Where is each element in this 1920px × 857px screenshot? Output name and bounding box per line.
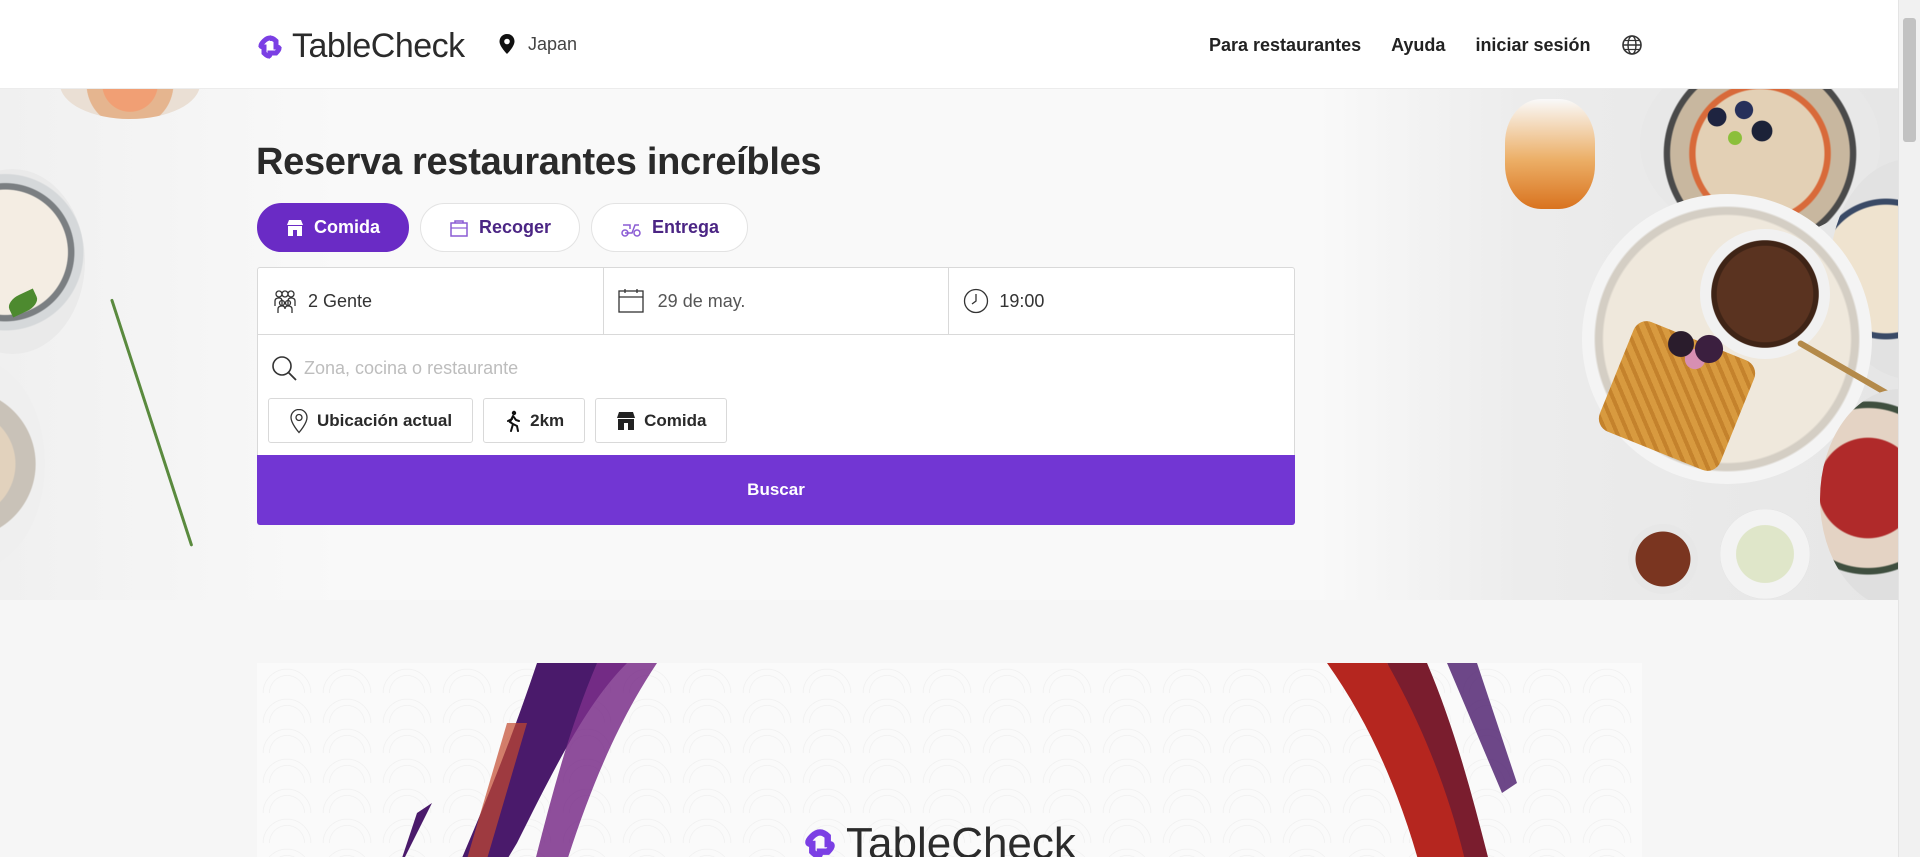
search-row — [270, 354, 1270, 382]
scrollbar-thumb[interactable] — [1903, 18, 1916, 142]
filter-dining[interactable]: Comida — [595, 398, 728, 443]
service-tabs: Comida Recoger Entrega — [257, 203, 749, 252]
tablecheck-logo[interactable]: TableCheck — [256, 27, 465, 66]
tab-label: Comida — [314, 217, 381, 237]
location-pin-icon — [499, 34, 515, 54]
tab-dining[interactable]: Comida — [257, 203, 410, 252]
tablecheck-logo-icon — [805, 829, 835, 857]
page-scrollbar[interactable] — [1898, 0, 1920, 857]
tab-pickup[interactable]: Recoger — [420, 203, 581, 252]
spice-bowl-image — [1628, 524, 1698, 594]
search-filters: Ubicación actual 2km Comida — [268, 398, 728, 443]
date-value: 29 de may. — [657, 290, 746, 311]
chip-label: Comida — [644, 410, 707, 430]
date-selector[interactable]: 29 de may. — [604, 268, 950, 334]
booking-details-row: 2 Gente 29 de may. 19:00 — [258, 268, 1294, 335]
search-input[interactable] — [304, 357, 1204, 379]
herb-stem-image — [110, 298, 194, 547]
store-icon — [287, 219, 303, 236]
top-header: TableCheck Japan Para restaurantes Ayuda… — [0, 0, 1898, 89]
location-selector[interactable]: Japan — [498, 33, 577, 55]
tab-delivery[interactable]: Entrega — [591, 203, 749, 252]
filter-distance[interactable]: 2km — [483, 398, 586, 443]
tab-label: Recoger — [479, 217, 552, 237]
hero-right-food-image — [1320, 89, 1898, 600]
top-nav: Para restaurantes Ayuda iniciar sesión — [1209, 34, 1643, 56]
blueberries-image — [1690, 89, 1780, 159]
calendar-icon — [618, 289, 644, 313]
promo-banner: TableCheck — [257, 663, 1642, 857]
party-size-value: 2 Gente — [308, 290, 373, 311]
search-icon — [272, 356, 297, 381]
search-button[interactable]: Buscar — [257, 455, 1295, 525]
tab-label: Entrega — [652, 217, 720, 237]
time-value: 19:00 — [999, 290, 1045, 311]
purple-brush-stroke-image — [402, 663, 657, 857]
location-pin-icon — [290, 408, 308, 433]
brand-name: TableCheck — [292, 27, 465, 65]
chip-label: Ubicación actual — [317, 410, 453, 430]
time-selector[interactable]: 19:00 — [949, 268, 1294, 334]
people-icon — [274, 290, 296, 313]
milk-pitcher-image — [1720, 509, 1810, 599]
chip-label: 2km — [530, 410, 565, 430]
store-icon — [617, 411, 636, 430]
clock-icon — [964, 288, 989, 314]
bag-icon — [450, 219, 468, 237]
tablecheck-logo-icon — [258, 34, 282, 59]
banner-brand-name: TableCheck — [846, 819, 1076, 857]
search-form: 2 Gente 29 de may. 19:00 Zona, cocina o … — [257, 267, 1295, 525]
fruit-bowl-image — [60, 89, 200, 119]
honey-jar-image — [1505, 99, 1595, 209]
filter-current-location[interactable]: Ubicación actual — [268, 398, 474, 443]
globe-icon[interactable] — [1621, 34, 1643, 56]
hero-section: Reserva restaurantes increíbles Comida R… — [0, 89, 1898, 600]
scooter-icon — [621, 223, 641, 237]
waffle-berries-image — [1660, 324, 1730, 374]
hero-title: Reserva restaurantes increíbles — [256, 141, 822, 183]
party-size-selector[interactable]: 2 Gente — [258, 268, 604, 334]
location-label: Japan — [528, 33, 578, 54]
banner-logo: TableCheck — [802, 819, 1076, 857]
fig-bowl-image — [0, 169, 85, 354]
nav-for-restaurants[interactable]: Para restaurantes — [1209, 35, 1361, 56]
red-brush-stroke-image — [1327, 663, 1517, 857]
nav-login[interactable]: iniciar sesión — [1475, 35, 1590, 56]
nav-help[interactable]: Ayuda — [1391, 35, 1445, 56]
walking-icon — [507, 410, 521, 432]
plate-image — [0, 359, 45, 569]
